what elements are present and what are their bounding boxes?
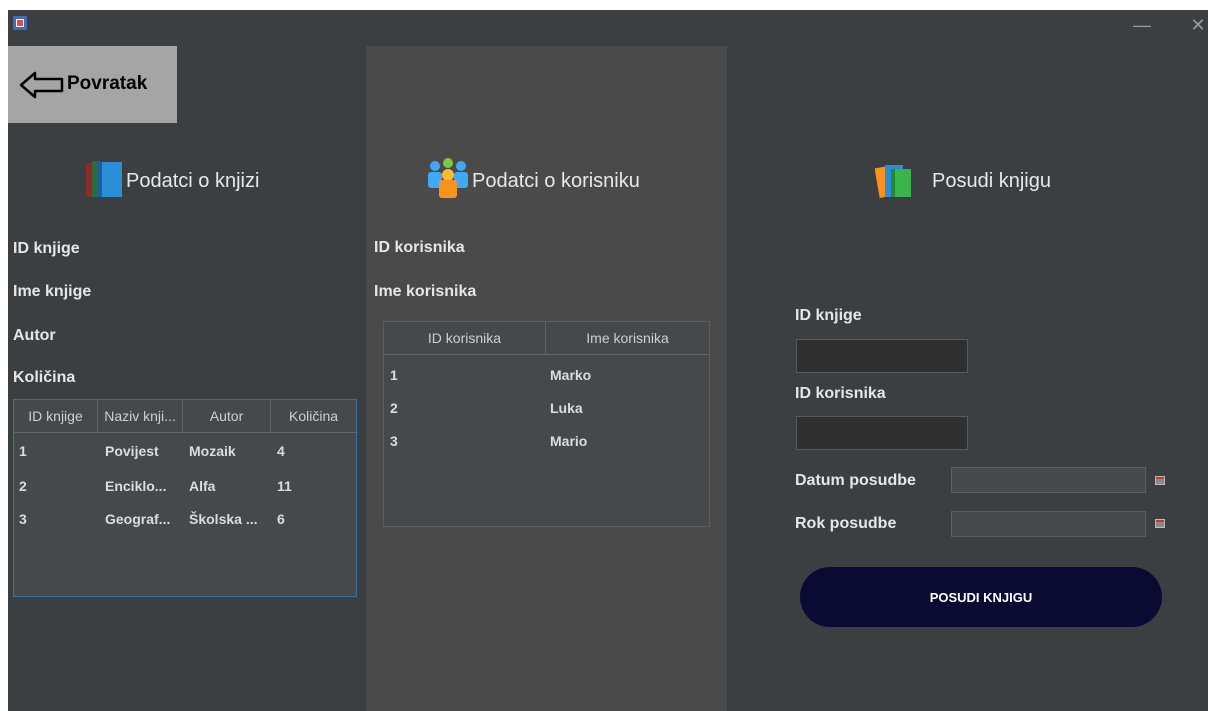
column-header[interactable]: Naziv knji... [98, 400, 183, 432]
book-panel-heading: Podatci o knjizi [126, 170, 260, 192]
book-id-label: ID knjige [13, 240, 80, 257]
app-window: — ✕ Povratak Podatci o knjizi ID knjige … [8, 10, 1208, 711]
books-table[interactable]: ID knjige Naziv knji... Autor Količina 1… [13, 399, 357, 597]
table-cell: Alfa [189, 478, 216, 494]
loan-user-id-label: ID korisnika [795, 385, 886, 402]
book-name-label: Ime knjige [13, 283, 92, 300]
column-header[interactable]: Ime korisnika [546, 322, 709, 354]
due-date-label: Rok posudbe [795, 515, 897, 532]
loan-book-button[interactable]: POSUDI KNJIGU [800, 567, 1162, 627]
loan-date-label: Datum posudbe [795, 472, 916, 489]
table-cell: 11 [277, 478, 292, 494]
due-date-field[interactable] [951, 511, 1146, 537]
loan-date-field[interactable] [951, 467, 1146, 493]
user-id-label: ID korisnika [374, 239, 465, 256]
table-cell: Školska ... [189, 511, 258, 527]
quantity-label: Količina [13, 369, 76, 386]
table-row[interactable]: 3 Geograf... Školska ... 6 [14, 506, 356, 532]
book-id-input[interactable] [796, 339, 968, 373]
table-cell: Mario [550, 433, 588, 449]
table-row[interactable]: 2 Luka [384, 395, 709, 421]
user-id-input[interactable] [796, 416, 968, 450]
arrow-left-icon [19, 71, 64, 99]
close-button[interactable]: ✕ [1178, 10, 1208, 40]
table-cell: 6 [277, 511, 285, 527]
users-table-header: ID korisnika Ime korisnika [384, 322, 709, 355]
table-cell: Marko [550, 367, 592, 383]
column-header[interactable]: Autor [183, 400, 271, 432]
column-header[interactable]: Količina [271, 400, 356, 432]
table-cell: Povijest [105, 443, 159, 459]
column-header[interactable]: ID korisnika [384, 322, 546, 354]
table-cell: 1 [390, 367, 398, 383]
author-label: Autor [13, 327, 56, 344]
column-header[interactable]: ID knjige [14, 400, 98, 432]
app-icon [13, 16, 27, 30]
loan-book-id-label: ID knjige [795, 307, 862, 324]
table-cell: Mozaik [189, 443, 236, 459]
minimize-button[interactable]: — [1122, 10, 1162, 40]
user-panel-heading: Podatci o korisniku [472, 170, 640, 192]
users-icon [428, 158, 468, 198]
table-row[interactable]: 1 Povijest Mozaik 4 [14, 437, 356, 463]
table-row[interactable]: 2 Enciklo... Alfa 11 [14, 473, 356, 499]
users-table[interactable]: ID korisnika Ime korisnika 1 Marko 2 Luk… [383, 321, 710, 527]
table-row[interactable]: 1 Marko [384, 362, 709, 388]
table-cell: 2 [390, 400, 398, 416]
table-cell: Enciklo... [105, 478, 167, 494]
back-button-label: Povratak [67, 73, 148, 94]
table-cell: Geograf... [105, 511, 171, 527]
table-cell: 1 [19, 443, 27, 459]
table-cell: 3 [390, 433, 398, 449]
table-cell: Luka [550, 400, 583, 416]
books-icon [86, 161, 122, 197]
table-cell: 2 [19, 478, 27, 494]
books-table-header: ID knjige Naziv knji... Autor Količina [14, 400, 356, 433]
table-row[interactable]: 3 Mario [384, 428, 709, 454]
table-cell: 3 [19, 511, 27, 527]
table-cell: 4 [277, 443, 285, 459]
user-name-label: Ime korisnika [374, 283, 477, 300]
back-button[interactable]: Povratak [8, 46, 177, 123]
loan-panel-heading: Posudi knjigu [932, 170, 1051, 192]
title-bar: — ✕ [8, 10, 1208, 46]
book-loan-icon [875, 165, 911, 198]
due-date-calendar-icon[interactable] [1155, 519, 1165, 528]
loan-date-calendar-icon[interactable] [1155, 476, 1165, 485]
